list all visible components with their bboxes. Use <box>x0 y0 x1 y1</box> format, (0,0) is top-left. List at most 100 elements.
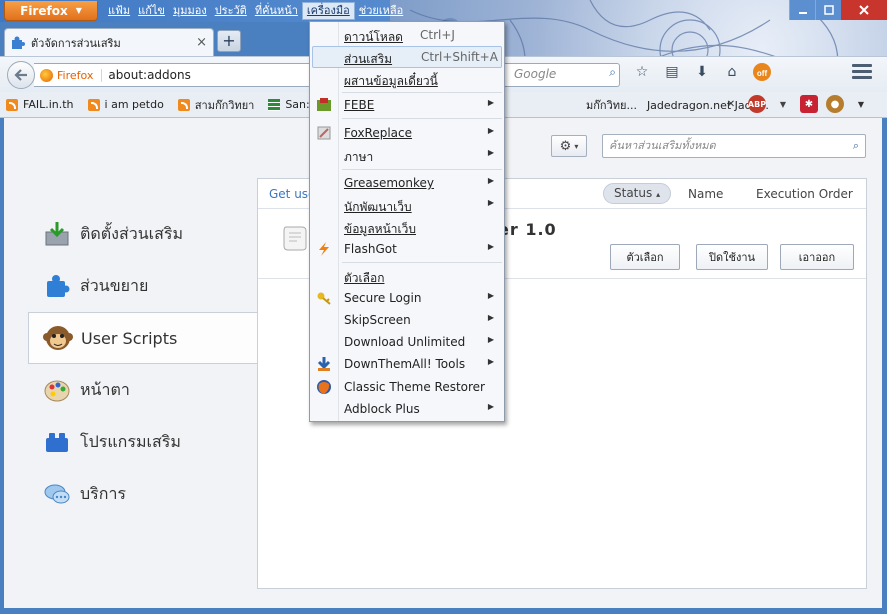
menu-item-language[interactable]: ภาษา ▶ <box>312 144 502 166</box>
category-plugins[interactable]: โปรแกรมเสริม <box>28 416 258 468</box>
menu-separator <box>342 169 502 170</box>
downthemall-icon <box>317 357 331 371</box>
rss-feed-icon <box>6 98 18 111</box>
category-services[interactable]: บริการ <box>28 468 258 520</box>
submenu-arrow-icon: ▶ <box>487 357 494 366</box>
sort-by-execution-order-button[interactable]: Execution Order <box>756 187 853 201</box>
cross-addon-icon[interactable]: ✱ <box>800 95 818 113</box>
category-appearance[interactable]: หน้าตา <box>28 364 258 416</box>
close-x-icon[interactable]: ✕ <box>722 95 740 113</box>
close-icon <box>859 5 869 15</box>
menu-item-downthemall[interactable]: DownThemAll! Tools ▶ <box>312 353 502 375</box>
sort-up-icon: ▴ <box>656 190 661 199</box>
rss-feed-icon <box>177 98 190 111</box>
dropdown-arrow-icon[interactable]: ▼ <box>774 95 792 113</box>
firefox-menu-button[interactable]: Firefox ▼ <box>4 1 98 21</box>
bookmark-icon <box>268 98 281 111</box>
menu-help[interactable]: ช่วยเหลือ <box>355 2 407 20</box>
downloads-icon[interactable]: ⬇ <box>692 62 712 82</box>
category-user-scripts[interactable]: User Scripts <box>28 312 258 364</box>
tab-close-button[interactable]: × <box>196 35 207 50</box>
bookmark-item[interactable]: สามก๊กวิทยา <box>177 96 254 114</box>
menu-item-foxreplace[interactable]: FoxReplace ▶ <box>312 122 502 144</box>
menu-item-secure-login[interactable]: Secure Login ▶ <box>312 287 502 309</box>
submenu-arrow-icon: ▶ <box>487 335 494 344</box>
home-icon[interactable]: ⌂ <box>722 62 742 82</box>
bookmarks-menu-icon[interactable]: ▤ <box>662 62 682 82</box>
submenu-arrow-icon: ▶ <box>487 148 494 157</box>
menu-item-greasemonkey[interactable]: Greasemonkey ▶ <box>312 172 502 194</box>
addon-off-icon[interactable]: off <box>752 62 772 82</box>
menu-item-classic-theme-restorer[interactable]: Classic Theme Restorer <box>312 376 502 398</box>
addon-tools-button[interactable]: ⚙ ▾ <box>551 135 587 157</box>
adblock-plus-icon[interactable]: ABP <box>748 95 766 113</box>
menu-tools[interactable]: เครื่องมือ <box>301 2 355 20</box>
extension-icons: ✕ ABP ▼ ✱ ● ▼ <box>722 95 870 113</box>
firefox-icon <box>317 380 331 394</box>
menu-bookmarks[interactable]: ที่คั่นหน้า <box>251 2 302 20</box>
menu-history[interactable]: ประวัติ <box>211 2 251 20</box>
menu-item-download-unlimited[interactable]: Download Unlimited ▶ <box>312 331 502 353</box>
site-identity[interactable]: Firefox <box>40 68 103 82</box>
tab-addons-manager[interactable]: ตัวจัดการส่วนเสริม × <box>4 28 214 56</box>
menu-item-addons[interactable]: ส่วนเสริม Ctrl+Shift+A <box>312 46 502 68</box>
menu-item-downloads[interactable]: ดาวน์โหลด Ctrl+J <box>312 24 502 46</box>
submenu-arrow-icon: ▶ <box>487 176 494 185</box>
menu-item-adblock-plus[interactable]: Adblock Plus ▶ <box>312 398 502 420</box>
category-extensions[interactable]: ส่วนขยาย <box>28 260 258 312</box>
addon-title: er 1.0 <box>498 220 557 239</box>
window-controls <box>789 0 887 20</box>
back-arrow-icon <box>14 69 27 81</box>
remove-button[interactable]: เอาออก <box>780 244 854 270</box>
sort-by-name-button[interactable]: Name <box>688 187 723 201</box>
submenu-arrow-icon: ▶ <box>487 402 494 411</box>
firefox-icon <box>40 68 53 82</box>
bookmark-item[interactable]: FAIL.in.th <box>6 98 74 111</box>
options-button[interactable]: ตัวเลือก <box>610 244 680 270</box>
chat-icon <box>42 479 72 509</box>
search-icon[interactable]: ⌕ <box>853 135 859 157</box>
hamburger-menu-icon[interactable] <box>852 64 872 82</box>
back-button[interactable] <box>7 61 35 89</box>
tab-title: ตัวจัดการส่วนเสริม <box>31 36 121 50</box>
script-icon <box>283 226 307 251</box>
minimize-button[interactable] <box>789 0 815 20</box>
menu-edit[interactable]: แก้ไข <box>134 2 169 20</box>
new-tab-button[interactable]: + <box>217 30 241 52</box>
search-input[interactable]: Google ⌕ <box>510 62 620 86</box>
sort-by-status-button[interactable]: Status ▴ <box>603 183 672 204</box>
chevron-down-icon: ▾ <box>574 141 579 151</box>
menu-item-web-developer[interactable]: นักพัฒนาเว็บ ▶ <box>312 194 502 216</box>
submenu-arrow-icon: ▶ <box>487 126 494 135</box>
menu-item-sync[interactable]: ผสานข้อมูลเดี๋ยวนี้ <box>312 68 502 90</box>
bookmark-star-icon[interactable]: ☆ <box>632 62 652 82</box>
category-install[interactable]: ติดตั้งส่วนเสริม <box>28 208 258 260</box>
puzzle-icon <box>42 271 72 301</box>
search-icon[interactable]: ⌕ <box>609 65 616 80</box>
menu-item-options[interactable]: ตัวเลือก <box>312 265 502 287</box>
menu-item-flashgot[interactable]: FlashGot ▶ <box>312 238 502 260</box>
category-list: ติดตั้งส่วนเสริม ส่วนขยาย User Scripts ห… <box>28 208 258 520</box>
menu-file[interactable]: แฟ้ม <box>104 2 134 20</box>
menu-bar: แฟ้ม แก้ไข มุมมอง ประวัติ ที่คั่นหน้า เค… <box>104 2 407 20</box>
menu-view[interactable]: มุมมอง <box>169 2 211 20</box>
maximize-button[interactable] <box>815 0 841 20</box>
monkey-icon <box>43 323 73 353</box>
submenu-arrow-icon: ▶ <box>487 98 494 107</box>
menu-separator <box>342 262 502 263</box>
disable-button[interactable]: ปิดใช้งาน <box>696 244 768 270</box>
dropdown-arrow-icon[interactable]: ▼ <box>852 95 870 113</box>
menu-item-page-info[interactable]: ข้อมูลหน้าเว็บ <box>312 216 502 238</box>
greasemonkey-icon[interactable]: ● <box>826 95 844 113</box>
plugin-icon <box>42 427 72 457</box>
tools-menu: ดาวน์โหลด Ctrl+J ส่วนเสริม Ctrl+Shift+A … <box>309 21 505 422</box>
bookmark-item[interactable]: i am petdo <box>87 98 164 111</box>
bookmark-item[interactable]: มก๊กวิทย... <box>586 96 637 114</box>
menu-item-skipscreen[interactable]: SkipScreen ▶ <box>312 309 502 331</box>
rss-feed-icon <box>87 98 100 111</box>
flashgot-icon <box>319 242 329 256</box>
toolbar-icons: ☆ ▤ ⬇ ⌂ off <box>632 62 772 82</box>
addon-search-input[interactable]: ค้นหาส่วนเสริมทั้งหมด ⌕ <box>602 134 866 158</box>
close-window-button[interactable] <box>841 0 887 20</box>
menu-item-febe[interactable]: FEBE ▶ <box>312 94 502 116</box>
